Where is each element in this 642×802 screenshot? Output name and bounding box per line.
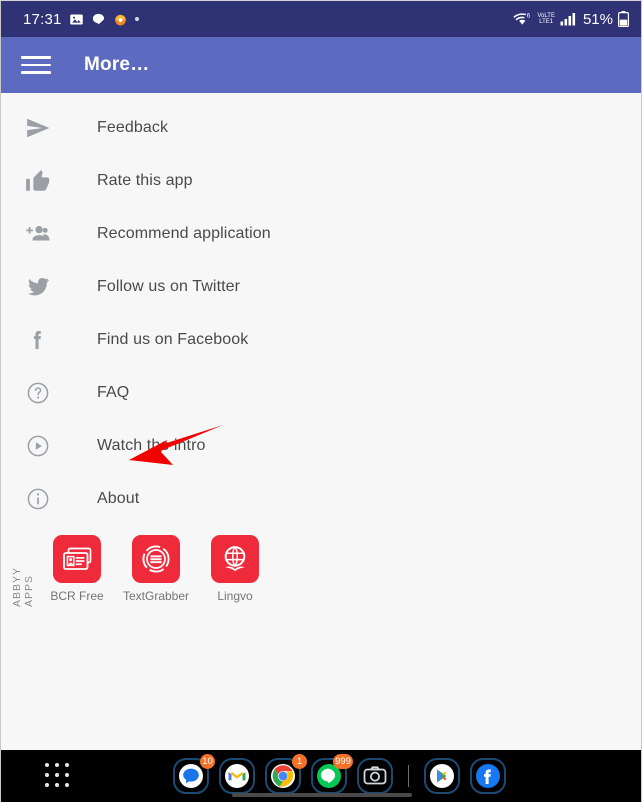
svg-text:6: 6 (527, 12, 531, 19)
dock-badge: 999 (333, 754, 353, 769)
status-bar-left: 17:31 (23, 11, 139, 28)
business-card-icon (53, 535, 101, 583)
status-bar-right: 6 VoLTE LTE1 51% (513, 11, 629, 28)
signal-icon (560, 12, 576, 26)
dock-badge: 1 (292, 754, 307, 769)
abbyy-app-label: BCR Free (50, 589, 104, 603)
dock-squircle (357, 758, 393, 794)
menu-item-label: FAQ (97, 383, 130, 401)
dock-squircle (470, 758, 506, 794)
menu-item-label: Follow us on Twitter (97, 277, 241, 295)
dock-item-facebook[interactable] (468, 756, 508, 796)
globe-book-icon (211, 535, 259, 583)
dock-bar: 10 1 999 (1, 750, 641, 802)
menu-item-faq[interactable]: FAQ (1, 366, 641, 419)
line-messenger-icon (91, 12, 106, 27)
dock-item-chrome[interactable]: 1 (263, 754, 307, 796)
menu-item-label: Recommend application (97, 224, 271, 242)
app-drawer-grid-icon[interactable] (45, 763, 71, 789)
menu-item-recommend-application[interactable]: Recommend application (1, 207, 641, 260)
dock-squircle (219, 758, 255, 794)
hamburger-menu-icon[interactable] (21, 49, 53, 81)
menu-item-label: Watch the intro (97, 436, 206, 454)
more-menu-list: Feedback Rate this app Recommend applica… (1, 93, 641, 525)
menu-item-label: Find us on Facebook (97, 330, 249, 348)
dock-badge: 10 (200, 754, 215, 769)
play-circle-icon (21, 429, 55, 463)
menu-item-label: Feedback (97, 118, 169, 136)
abbyy-apps-items: BCR Free TextGrabber Lingvo (42, 535, 270, 603)
menu-item-about[interactable]: About (1, 472, 641, 525)
menu-item-watch-the-intro[interactable]: Watch the intro (1, 419, 641, 472)
abbyy-app-lingvo[interactable]: Lingvo (200, 535, 270, 603)
facebook-icon (21, 323, 55, 357)
alarm-icon (113, 12, 128, 27)
abbyy-app-label: TextGrabber (122, 589, 190, 603)
menu-item-feedback[interactable]: Feedback (1, 101, 641, 154)
help-circle-icon (21, 376, 55, 410)
battery-icon (618, 11, 629, 27)
dock-item-camera[interactable] (355, 756, 395, 796)
dock-squircle (424, 758, 460, 794)
home-indicator[interactable] (232, 793, 412, 797)
twitter-icon (21, 270, 55, 304)
app-bar: More… (1, 37, 641, 93)
dot-icon (134, 17, 139, 21)
abbyy-apps-label: ABBYY APPS (11, 567, 35, 607)
photos-icon (69, 12, 84, 27)
thumbs-up-icon (21, 164, 55, 198)
battery-percent-label: 51% (582, 10, 613, 28)
menu-item-label: About (97, 489, 140, 507)
menu-item-rate-this-app[interactable]: Rate this app (1, 154, 641, 207)
person-add-icon (21, 217, 55, 251)
main-content: Feedback Rate this app Recommend applica… (1, 93, 641, 751)
text-lines-circle-icon (132, 535, 180, 583)
abbyy-app-label: Lingvo (217, 589, 253, 603)
status-clock: 17:31 (23, 10, 62, 28)
dock-item-line[interactable]: 999 (309, 754, 353, 796)
volte-icon: VoLTE LTE1 (537, 13, 555, 25)
dock-item-play-store[interactable] (422, 756, 462, 796)
abbyy-app-bcr-free[interactable]: BCR Free (42, 535, 112, 603)
menu-item-find-us-on-facebook[interactable]: Find us on Facebook (1, 313, 641, 366)
menu-item-label: Rate this app (97, 171, 193, 189)
page-title: More… (84, 54, 150, 75)
menu-item-follow-us-on-twitter[interactable]: Follow us on Twitter (1, 260, 641, 313)
info-circle-icon (21, 482, 55, 516)
dock-item-messages[interactable]: 10 (171, 754, 215, 796)
dock-divider (408, 765, 409, 787)
wifi-icon: 6 (513, 12, 532, 26)
abbyy-app-textgrabber[interactable]: TextGrabber (121, 535, 191, 603)
status-bar: 17:31 6 VoLTE LTE1 51% (1, 1, 641, 37)
send-icon (21, 111, 55, 145)
abbyy-apps-section: ABBYY APPS BCR Free TextGrabber Lingvo (1, 535, 641, 607)
phone-screen: 17:31 6 VoLTE LTE1 51% More… Feedback Ra… (0, 0, 642, 802)
dock-item-gmail[interactable] (217, 756, 257, 796)
